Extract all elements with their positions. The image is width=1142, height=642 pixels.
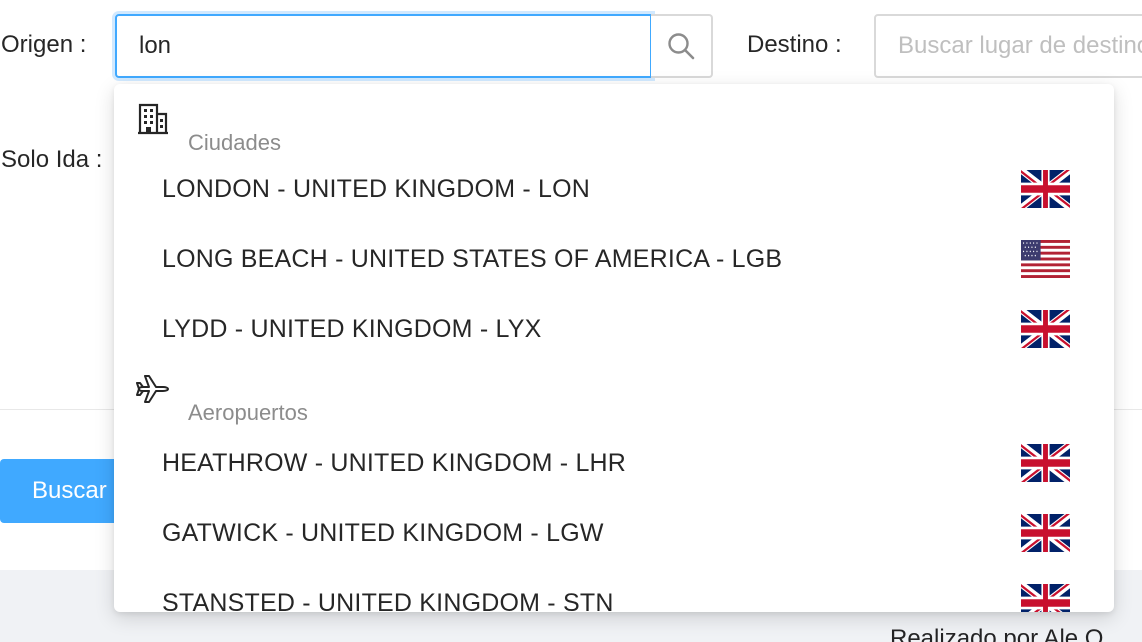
us-flag-icon bbox=[1021, 240, 1070, 278]
destination-search-input[interactable] bbox=[874, 14, 1142, 78]
origin-label: Origen : bbox=[1, 31, 87, 58]
origin-search-button[interactable] bbox=[651, 14, 713, 78]
uk-flag-icon bbox=[1021, 444, 1070, 482]
option-label: LYDD - UNITED KINGDOM - LYX bbox=[162, 315, 542, 343]
option-long-beach[interactable]: LONG BEACH - UNITED STATES OF AMERICA - … bbox=[114, 226, 1114, 292]
option-stansted[interactable]: STANSTED - UNITED KINGDOM - STN bbox=[114, 570, 1114, 612]
option-label: LONG BEACH - UNITED STATES OF AMERICA - … bbox=[162, 245, 783, 273]
option-label: HEATHROW - UNITED KINGDOM - LHR bbox=[162, 449, 627, 477]
search-icon bbox=[668, 33, 695, 60]
option-lydd[interactable]: LYDD - UNITED KINGDOM - LYX bbox=[114, 296, 1114, 362]
building-icon bbox=[138, 103, 168, 135]
destination-label: Destino : bbox=[747, 31, 842, 58]
group-header-airports: Aeropuertos bbox=[114, 372, 1114, 432]
plane-icon bbox=[136, 375, 169, 403]
option-gatwick[interactable]: GATWICK - UNITED KINGDOM - LGW bbox=[114, 500, 1114, 566]
uk-flag-icon bbox=[1021, 310, 1070, 348]
option-heathrow[interactable]: HEATHROW - UNITED KINGDOM - LHR bbox=[114, 430, 1114, 496]
option-label: STANSTED - UNITED KINGDOM - STN bbox=[162, 589, 614, 612]
group-title-cities: Ciudades bbox=[188, 130, 281, 155]
uk-flag-icon bbox=[1021, 584, 1070, 612]
option-label: LONDON - UNITED KINGDOM - LON bbox=[162, 175, 591, 203]
option-london[interactable]: LONDON - UNITED KINGDOM - LON bbox=[114, 156, 1114, 222]
group-header-cities: Ciudades bbox=[114, 102, 1114, 162]
option-label: GATWICK - UNITED KINGDOM - LGW bbox=[162, 519, 604, 547]
group-title-airports: Aeropuertos bbox=[188, 400, 308, 425]
footer-credit: Realizado por Ale O bbox=[890, 625, 1104, 642]
uk-flag-icon bbox=[1021, 170, 1070, 208]
one-way-label: Solo Ida : bbox=[1, 146, 103, 173]
origin-autocomplete-dropdown: Ciudades LONDON - UNITED KINGDOM - LON L… bbox=[114, 84, 1114, 612]
uk-flag-icon bbox=[1021, 514, 1070, 552]
origin-search-input[interactable] bbox=[115, 14, 652, 78]
